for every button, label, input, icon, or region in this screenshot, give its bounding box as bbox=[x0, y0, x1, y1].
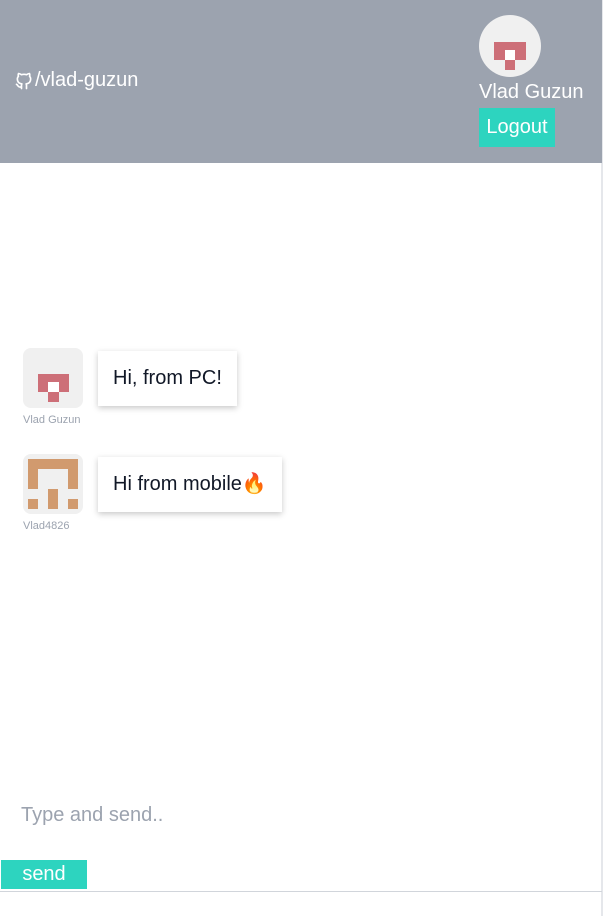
message-item: Vlad Guzun Hi, from PC! bbox=[23, 348, 237, 426]
github-icon bbox=[15, 72, 32, 89]
avatar bbox=[23, 454, 83, 514]
github-repo-link[interactable]: /vlad-guzun bbox=[14, 69, 138, 92]
identicon-red-icon bbox=[38, 374, 69, 402]
message-item: Vlad4826 Hi from mobile🔥 bbox=[23, 454, 282, 532]
divider bbox=[0, 891, 602, 892]
message-author: Vlad4826 bbox=[23, 520, 70, 532]
identicon-tan-icon bbox=[28, 459, 78, 509]
logout-button[interactable]: Logout bbox=[479, 108, 555, 147]
send-button[interactable]: send bbox=[1, 860, 87, 889]
message-input[interactable] bbox=[0, 790, 602, 840]
avatar bbox=[23, 348, 83, 408]
message-author: Vlad Guzun bbox=[23, 414, 81, 426]
message-list: Vlad Guzun Hi, from PC! Vlad4826 Hi from… bbox=[0, 163, 602, 783]
message-author-block: Vlad Guzun bbox=[23, 348, 83, 426]
chat-page: /vlad-guzun Vlad Guzun Logout Vlad Guzun… bbox=[0, 0, 603, 916]
message-author-block: Vlad4826 bbox=[23, 454, 83, 532]
repo-link-label: /vlad-guzun bbox=[35, 69, 139, 91]
user-name: Vlad Guzun bbox=[479, 81, 584, 103]
message-bubble: Hi, from PC! bbox=[98, 351, 237, 406]
identicon-red-icon bbox=[494, 42, 526, 70]
current-user-panel: Vlad Guzun Logout bbox=[479, 15, 599, 147]
app-header: /vlad-guzun Vlad Guzun Logout bbox=[0, 0, 602, 163]
message-bubble: Hi from mobile🔥 bbox=[98, 457, 282, 512]
user-avatar bbox=[479, 15, 541, 77]
